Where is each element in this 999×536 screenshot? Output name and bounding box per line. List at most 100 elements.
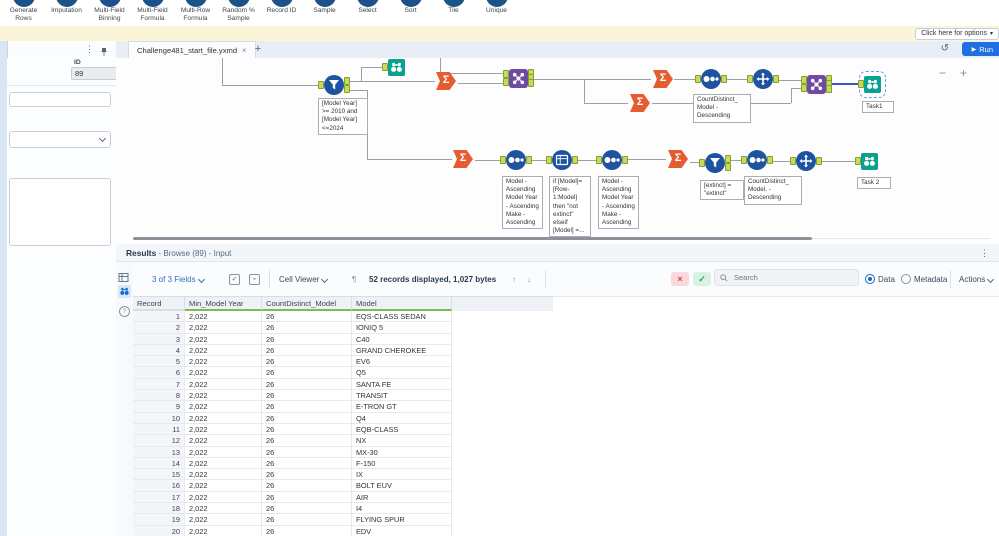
search-box[interactable] xyxy=(714,269,859,286)
table-row[interactable]: 5 2,022 26 EV6 xyxy=(133,356,553,368)
new-tab-button[interactable]: + xyxy=(251,43,265,56)
table-cell[interactable]: 2,022 xyxy=(185,525,262,536)
table-cell[interactable]: 2,022 xyxy=(185,503,262,515)
table-cell[interactable]: 19 xyxy=(133,514,185,526)
input-anchor[interactable] xyxy=(800,84,807,93)
table-row[interactable]: 14 2,022 26 F-150 xyxy=(133,457,553,470)
palette-tool-tile[interactable]: Tile xyxy=(432,0,475,26)
tool-browse-top[interactable] xyxy=(381,58,405,76)
false-filter-button[interactable]: × xyxy=(671,262,689,296)
table-row[interactable]: 2 2,022 26 IONIQ 5 xyxy=(133,322,553,334)
table-cell[interactable]: FLYING SPUR xyxy=(352,514,452,526)
table-cell[interactable]: 2,022 xyxy=(185,322,262,334)
table-cell[interactable]: 26 xyxy=(262,435,352,447)
table-cell[interactable]: 12 xyxy=(133,435,185,447)
table-cell[interactable]: 26 xyxy=(262,401,352,413)
tab-challenge481[interactable]: Challenge481_start_file.yxmd × xyxy=(128,41,256,59)
table-cell[interactable]: 2,022 xyxy=(185,457,262,470)
input-anchor[interactable] xyxy=(790,157,796,165)
connection-wire[interactable] xyxy=(775,80,804,81)
table-cell[interactable]: 26 xyxy=(262,367,352,379)
table-row[interactable]: 20 2,022 26 EDV xyxy=(133,525,553,536)
table-cell[interactable]: 2,022 xyxy=(185,446,262,458)
browse-task1-annotation[interactable]: Task1 xyxy=(862,101,894,114)
table-cell[interactable]: 4 xyxy=(133,344,185,357)
table-cell[interactable]: 26 xyxy=(262,457,352,470)
table-cell[interactable]: 2,022 xyxy=(185,401,262,413)
table-cell[interactable]: EDV xyxy=(352,525,452,536)
table-cell[interactable]: GRAND CHEROKEE xyxy=(352,344,452,357)
table-cell[interactable]: 26 xyxy=(262,333,352,345)
tool-browse-task2[interactable] xyxy=(854,152,878,170)
table-row[interactable]: 13 2,022 26 MX-30 xyxy=(133,446,553,458)
connection-wire[interactable] xyxy=(361,67,362,81)
table-cell[interactable]: 2,022 xyxy=(185,412,262,424)
sort-2-annotation[interactable]: Model - Ascending Model Year - Ascending… xyxy=(502,176,543,230)
palette-tool-multi-field-formula[interactable]: Multi-Field Formula xyxy=(131,0,174,26)
table-cell[interactable]: 2,022 xyxy=(185,514,262,526)
table-cell[interactable]: 26 xyxy=(262,390,352,402)
input-anchor[interactable] xyxy=(502,78,509,87)
profile-info-icon[interactable]: ? xyxy=(119,300,132,317)
input-anchor[interactable] xyxy=(502,69,509,78)
table-cell[interactable]: 26 xyxy=(262,491,352,504)
zoom-out-button[interactable]: − xyxy=(939,66,960,80)
true-filter-button[interactable]: ✓ xyxy=(693,262,711,296)
table-cell[interactable]: 16 xyxy=(133,480,185,492)
table-cell[interactable]: Q4 xyxy=(352,412,452,424)
output-anchor[interactable] xyxy=(572,156,578,164)
column-header-model[interactable]: Model xyxy=(352,297,452,311)
table-cell[interactable]: 26 xyxy=(262,356,352,368)
metadata-radio[interactable]: Metadata xyxy=(901,262,947,296)
table-cell[interactable]: NX xyxy=(352,435,452,447)
tool-sample-2[interactable] xyxy=(790,151,822,171)
input-anchor[interactable] xyxy=(699,159,705,167)
table-cell[interactable]: 2,022 xyxy=(185,469,262,481)
data-radio[interactable]: Data xyxy=(865,262,895,296)
run-button[interactable]: ▶ Run xyxy=(961,42,999,56)
browse-view-icon[interactable] xyxy=(118,285,131,298)
connection-wire[interactable] xyxy=(584,79,585,103)
config-text-input[interactable] xyxy=(9,92,111,107)
table-cell[interactable]: 2,022 xyxy=(185,378,262,391)
table-cell[interactable]: BOLT EUV xyxy=(352,480,452,492)
input-anchor[interactable] xyxy=(695,75,701,83)
connection-wire[interactable] xyxy=(367,159,452,160)
table-cell[interactable]: 26 xyxy=(262,525,352,536)
connection-wire[interactable] xyxy=(458,83,506,84)
connection-wire[interactable] xyxy=(818,161,857,162)
table-row[interactable]: 7 2,022 26 SANTA FE xyxy=(133,378,553,391)
table-row[interactable]: 8 2,022 26 TRANSIT xyxy=(133,390,553,402)
table-row[interactable]: 16 2,022 26 BOLT EUV xyxy=(133,480,553,492)
connection-wire[interactable] xyxy=(530,79,651,80)
input-anchor[interactable] xyxy=(741,156,747,164)
column-header-min-model-year[interactable]: Min_Model Year xyxy=(185,297,262,311)
tool-multi-row-formula[interactable] xyxy=(546,150,578,170)
table-cell[interactable]: 2,022 xyxy=(185,480,262,492)
fields-checkbox-icon[interactable]: ✓ xyxy=(229,262,240,296)
table-cell[interactable]: EQS-CLASS SEDAN xyxy=(352,311,452,323)
table-cell[interactable]: 17 xyxy=(133,491,185,504)
table-cell[interactable]: 10 xyxy=(133,412,185,424)
scroll-up-icon[interactable]: ↑ xyxy=(512,262,516,296)
table-cell[interactable]: AIR xyxy=(352,491,452,504)
filter-extinct-annotation[interactable]: [extinct] = "extinct" xyxy=(700,180,744,201)
tool-sort-4[interactable] xyxy=(741,150,773,170)
cell-viewer-dropdown[interactable]: Cell Viewer xyxy=(279,262,329,296)
connection-wire[interactable] xyxy=(222,58,223,85)
tool-sort-3[interactable] xyxy=(596,150,628,170)
tool-join-2[interactable] xyxy=(800,74,832,94)
table-cell[interactable]: 26 xyxy=(262,378,352,391)
palette-tool-sort[interactable]: Sort xyxy=(389,0,432,26)
tool-summarize-4[interactable]: Σ xyxy=(453,150,473,168)
table-row[interactable]: 3 2,022 26 C40 xyxy=(133,333,553,345)
connection-wire[interactable] xyxy=(791,88,792,103)
table-cell[interactable]: F-150 xyxy=(352,457,452,470)
filter-model-year-annotation[interactable]: [Model Year] >= 2010 and [Model Year] <=… xyxy=(318,98,368,135)
table-cell[interactable]: 2 xyxy=(133,322,185,334)
workflow-canvas[interactable]: [Model Year] >= 2010 and [Model Year] <=… xyxy=(116,58,999,244)
output-anchor[interactable] xyxy=(725,154,731,163)
table-cell[interactable]: 15 xyxy=(133,469,185,481)
table-cell[interactable]: 7 xyxy=(133,378,185,391)
scroll-down-icon[interactable]: ↓ xyxy=(527,262,531,296)
